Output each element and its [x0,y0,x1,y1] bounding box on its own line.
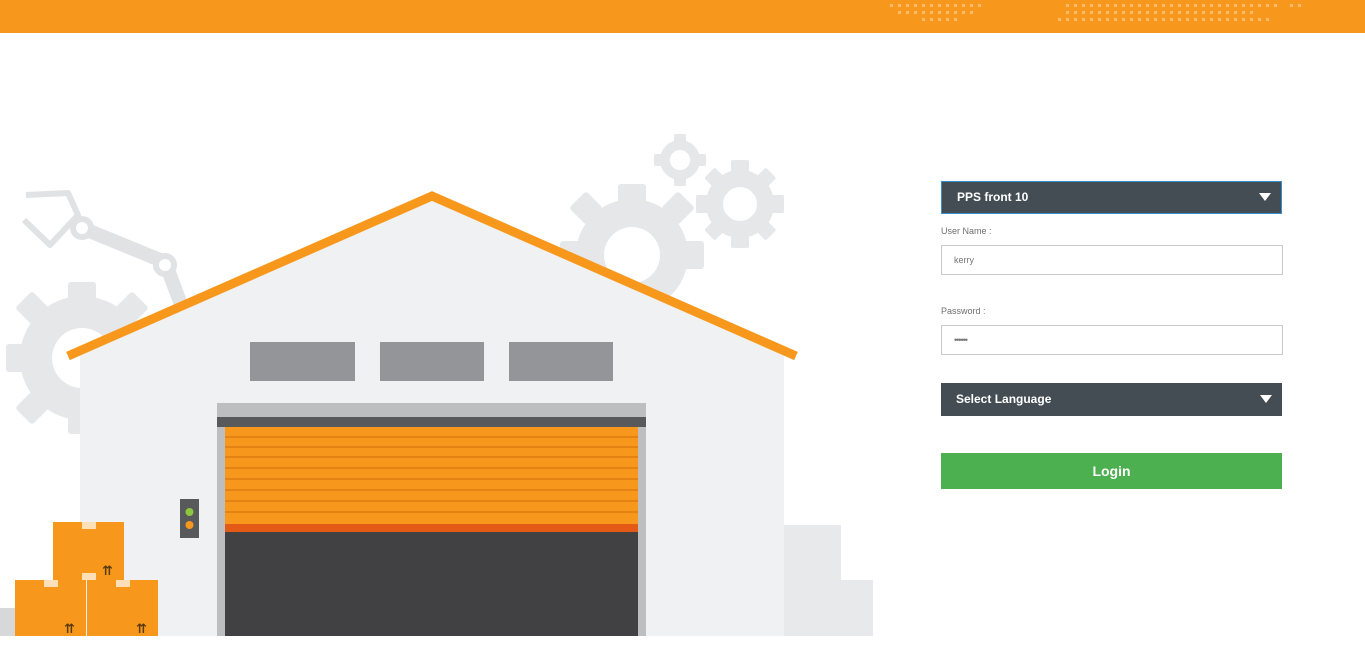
language-select-value: Select Language [956,392,1052,406]
username-label: User Name : [941,226,992,236]
top-header-bar [0,0,1365,33]
svg-text:⇈: ⇈ [102,564,113,579]
svg-text:⇈: ⇈ [136,622,147,637]
traffic-light-icon [180,499,199,538]
chevron-down-icon [1260,395,1272,403]
box-icon: ⇈ [87,580,158,637]
server-select-value: PPS front 10 [957,190,1029,204]
login-button[interactable]: Login [941,453,1282,489]
password-input[interactable]: •••••• [941,325,1283,355]
box-icon: ⇈ [15,580,86,637]
chevron-down-icon [1259,193,1271,201]
language-select[interactable]: Select Language [941,383,1282,416]
box-icon: ⇈ [53,522,124,580]
password-label: Password : [941,306,986,316]
warehouse-illustration: ⇈ ⇈ ⇈ [0,134,873,637]
world-map-dots-decoration [890,4,1301,21]
server-select[interactable]: PPS front 10 [941,181,1282,214]
svg-text:⇈: ⇈ [64,622,75,637]
username-input[interactable]: kerry [941,245,1283,275]
login-form: PPS front 10 User Name : kerry Password … [941,181,1283,489]
